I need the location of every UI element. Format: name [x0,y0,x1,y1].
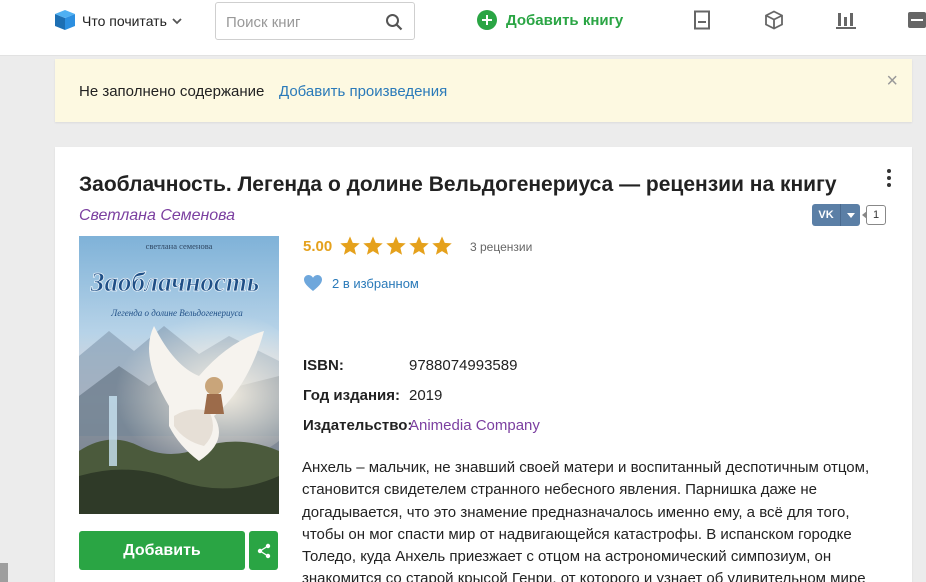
publisher-row: Издательство: Animedia Company [303,417,540,434]
vk-share: VK 1 [812,204,886,226]
notice-text: Не заполнено содержание [79,83,265,100]
publisher-label: Издательство: [303,417,413,434]
share-icon [257,543,270,558]
scrollbar-thumb[interactable] [0,563,8,582]
what-to-read-menu[interactable]: Что почитать [82,13,183,29]
reviews-link[interactable]: 3 рецензии [470,240,532,254]
book-cover[interactable]: светлана семенова Заоблачность Легенда о… [79,236,279,514]
cover-title: Заоблачность [90,267,260,297]
add-book-button[interactable]: Добавить книгу [477,10,623,30]
heart-icon [304,275,322,291]
vk-dropdown[interactable] [840,204,860,226]
search-input[interactable] [226,12,376,32]
what-to-read-label: Что почитать [82,13,167,29]
share-button[interactable] [249,531,278,570]
isbn-value: 9788074993589 [409,357,518,374]
publisher-link[interactable]: Animedia Company [409,417,540,434]
book-logo-icon[interactable] [55,10,75,30]
star-icon [409,236,429,255]
share-count: 1 [862,205,886,225]
add-to-shelf-button[interactable]: Добавить [79,531,245,570]
box-icon[interactable] [764,10,784,30]
favorites-button[interactable]: 2 в избранном [303,274,419,292]
star-icon [363,236,383,255]
cover-author: светлана семенова [146,241,213,251]
author-link[interactable]: Светлана Семенова [79,207,235,225]
chevron-down-icon [172,18,182,25]
rating-value: 5.00 [303,238,333,255]
star-icon [432,236,452,255]
book-description: Анхель – мальчик, не знавший своей матер… [302,459,870,582]
year-row: Год издания: 2019 [303,387,442,404]
star-icon [340,236,360,255]
notice-banner: Не заполнено содержание Добавить произве… [55,59,912,122]
isbn-row: ISBN: 9788074993589 [303,357,517,374]
rating-stars [339,235,453,257]
year-label: Год издания: [303,387,400,404]
vk-icon[interactable]: VK [812,204,840,226]
plus-icon [477,10,497,30]
search-box [215,2,415,40]
close-icon[interactable]: × [886,71,898,91]
isbn-label: ISBN: [303,357,344,374]
chart-icon[interactable] [836,10,856,30]
more-vertical-icon[interactable] [886,169,892,189]
notebook-icon[interactable] [692,10,712,30]
top-bar: Что почитать Добавить книгу [0,0,926,56]
year-value: 2019 [409,387,443,404]
star-icon [386,236,406,255]
favorites-count: 2 в избранном [332,275,419,291]
search-icon[interactable] [385,13,403,31]
menu-icon[interactable] [908,10,926,30]
add-book-label: Добавить книгу [506,11,624,29]
book-card: Заоблачность. Легенда о долине Вельдоген… [55,147,912,582]
cover-subtitle: Легенда о долине Вельдогенериуса [110,308,243,318]
page-title: Заоблачность. Легенда о долине Вельдоген… [79,173,837,196]
add-works-link[interactable]: Добавить произведения [279,83,447,100]
